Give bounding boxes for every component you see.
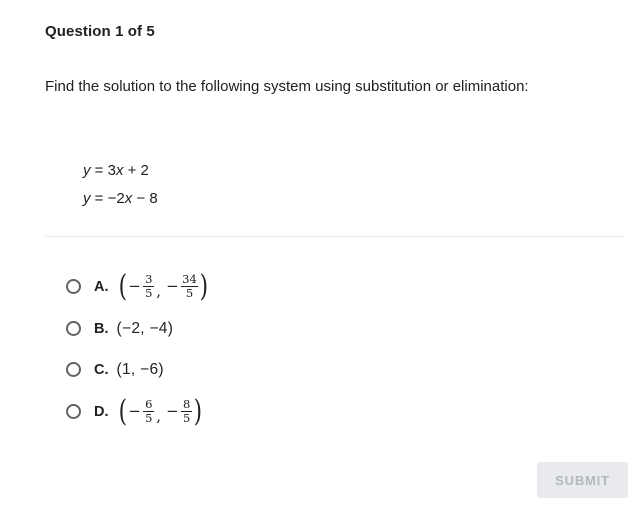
equation-2-constant: − 8 (132, 190, 158, 207)
choice-a-y-fraction: 34 5 (181, 271, 198, 300)
choice-d-y-numerator: 8 (182, 396, 191, 411)
submit-button[interactable]: SUBMIT (537, 462, 628, 498)
choice-a-x-fraction: 3 5 (143, 271, 155, 300)
choice-d-y-denominator: 5 (182, 411, 191, 425)
equation-1-coefficient: 3 (107, 162, 116, 179)
equation-1-relation: = (90, 162, 108, 179)
radio-button-d[interactable] (66, 404, 81, 419)
choice-a-y-numerator: 34 (182, 271, 197, 286)
radio-button-c[interactable] (66, 362, 81, 377)
answer-choice-d[interactable]: D. ( − 6 5 , − 8 5) (66, 390, 626, 433)
answer-choice-b[interactable]: B. (−2, −4) (66, 308, 626, 349)
choice-letter-a: A. (94, 278, 109, 295)
choice-a-x-numerator: 3 (145, 271, 153, 286)
question-prompt: Find the solution to the following syste… (45, 78, 529, 95)
paren-close-icon: ) (193, 394, 203, 429)
choice-value-d: ( − 6 5 , − 8 5) (117, 394, 204, 429)
choice-d-x-sign: − (128, 401, 141, 420)
tuple-comma: , (156, 407, 162, 425)
choice-letter-d: D. (94, 403, 109, 420)
equation-line-1: y = 3x + 2 (83, 157, 158, 185)
radio-button-b[interactable] (66, 321, 81, 336)
equation-line-2: y = −2x − 8 (83, 185, 158, 213)
choice-a-x-denominator: 5 (145, 286, 153, 300)
choice-d-x-denominator: 5 (145, 411, 153, 425)
paren-open-icon: ( (118, 269, 127, 304)
equation-1-lhs: y (83, 162, 91, 179)
choice-d-y-sign: − (166, 401, 179, 420)
equation-1-constant: + 2 (123, 162, 149, 179)
quiz-page: Question 1 of 5 Find the solution to the… (0, 0, 643, 516)
choice-d-x-numerator: 6 (145, 396, 153, 411)
choice-d-x-value: − 6 5 (128, 396, 155, 425)
choice-letter-b: B. (94, 320, 109, 337)
choice-d-x-fraction: 6 5 (143, 396, 155, 425)
answer-choice-c[interactable]: C. (1, −6) (66, 349, 626, 390)
choice-a-x-value: − 3 5 (128, 271, 155, 300)
equation-2-relation: = (90, 190, 108, 207)
choice-value-a: ( − 3 5 , − 34 5) (117, 269, 210, 304)
radio-button-a[interactable] (66, 279, 81, 294)
choice-d-y-value: − 8 5 (166, 396, 193, 425)
equation-system: y = 3x + 2 y = −2x − 8 (83, 157, 158, 213)
equation-2-coefficient: −2 (107, 190, 125, 207)
answer-choice-list: A. ( − 3 5 , − 34 5) B. (−2, −4) C. (1,… (66, 265, 626, 433)
choice-value-c: (1, −6) (116, 360, 164, 378)
answer-choice-a[interactable]: A. ( − 3 5 , − 34 5) (66, 265, 626, 308)
choice-a-y-value: − 34 5 (166, 271, 198, 300)
paren-open-icon: ( (118, 394, 127, 429)
tuple-comma: , (156, 282, 162, 300)
choice-a-y-sign: − (166, 276, 179, 295)
choice-a-x-sign: − (128, 276, 141, 295)
choice-d-y-fraction: 8 5 (181, 396, 193, 425)
choice-a-y-denominator: 5 (185, 286, 194, 300)
paren-close-icon: ) (199, 269, 208, 304)
choice-letter-c: C. (94, 361, 109, 378)
equation-2-lhs: y (83, 190, 91, 207)
section-divider (45, 236, 625, 237)
choice-value-b: (−2, −4) (116, 319, 174, 337)
page-title: Question 1 of 5 (45, 23, 155, 40)
